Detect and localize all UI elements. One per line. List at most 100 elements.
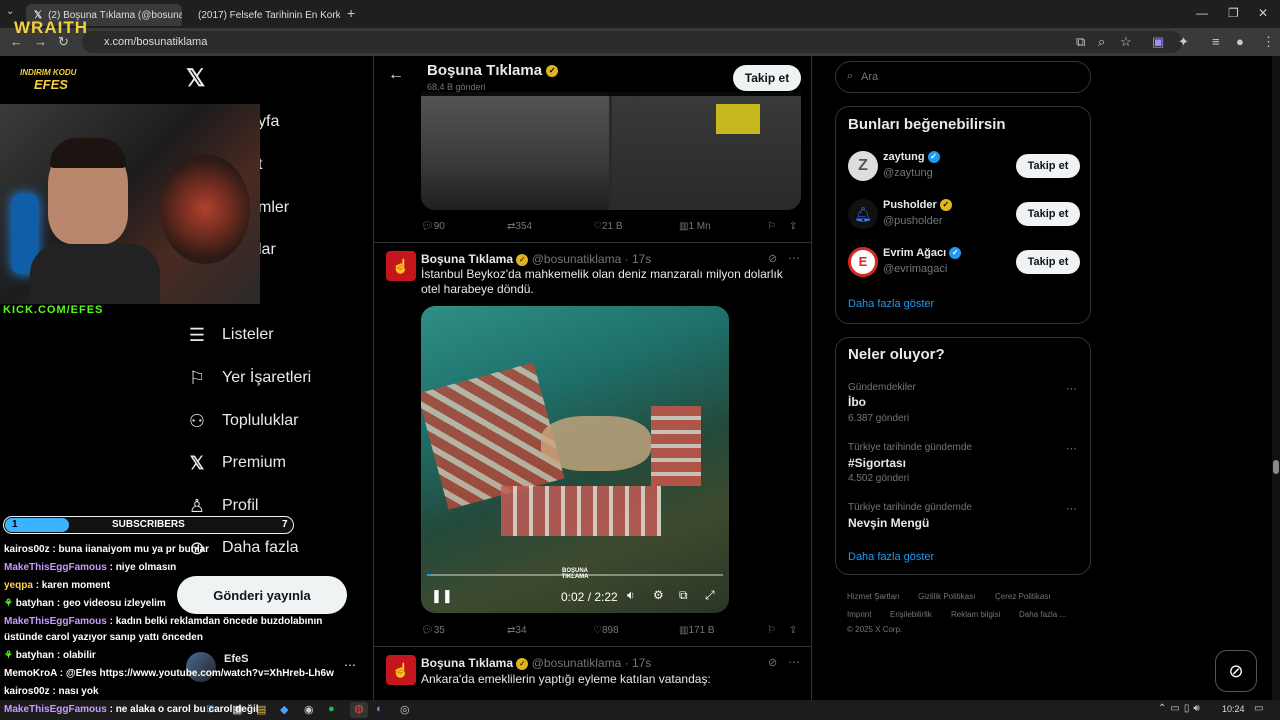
nav-premium[interactable]: 𝕏 Premium [186, 448, 286, 478]
trend-more-icon[interactable]: ⋯ [1066, 502, 1077, 515]
minimize-icon[interactable]: — [1196, 6, 1208, 20]
puzzle-icon[interactable]: ✦ [1178, 34, 1189, 50]
follow-button[interactable]: Takip et [1016, 202, 1080, 226]
trend-name[interactable]: Nevşin Mengü [848, 516, 929, 530]
settings-icon[interactable]: ⚙ [653, 588, 664, 602]
pip-icon[interactable]: ⧉ [679, 588, 688, 603]
share-icon[interactable]: ⇪ [789, 221, 797, 232]
like-button[interactable]: ♡ 21 B [593, 221, 623, 232]
footer-link[interactable]: Daha fazla ... [1019, 610, 1066, 619]
trend-count: 4.502 gönderi [848, 473, 910, 484]
grok-icon[interactable]: ⊘ [768, 252, 777, 265]
url-field[interactable]: x.com/bosunatiklama [82, 31, 1182, 53]
footer-link[interactable]: Gizlilik Politikası [918, 592, 975, 601]
follow-button[interactable]: Takip et [1016, 250, 1080, 274]
volume-icon[interactable]: 🔉︎ [627, 588, 635, 603]
footer-link[interactable]: Reklam bilgisi [951, 610, 1000, 619]
install-icon[interactable]: ⧉ [1076, 34, 1085, 50]
bookmark-icon[interactable]: ⚐ [767, 625, 776, 636]
taskbar-app-icon[interactable]: ◎ [400, 703, 410, 716]
tweet-media[interactable] [421, 92, 801, 210]
avatar[interactable]: Z [848, 151, 878, 181]
post-button[interactable]: Gönderi yayınla [177, 576, 347, 614]
trend-name[interactable]: İbo [848, 395, 866, 409]
avatar[interactable]: 🔔︎ [848, 199, 878, 229]
taskbar-app-icon[interactable]: ◉ [304, 703, 314, 716]
menu-icon[interactable]: ⋮ [1262, 34, 1275, 50]
back-arrow-icon[interactable]: ← [388, 66, 404, 84]
repost-button[interactable]: ⇄ 354 [507, 221, 532, 232]
follow-button[interactable]: Takip et [1016, 154, 1080, 178]
notification-icon[interactable]: ▭ [1254, 703, 1263, 714]
trends-card: Neler oluyor? Gündemdekiler İbo 6.387 gö… [835, 337, 1091, 575]
spotify-icon[interactable]: ● [328, 703, 335, 715]
close-window-icon[interactable]: ✕ [1258, 6, 1268, 20]
nav-label: Premium [222, 454, 287, 471]
star-icon[interactable]: ☆ [1120, 34, 1132, 50]
tray-icons[interactable]: ⌃▭▯🔊︎ [1158, 703, 1204, 714]
views-button[interactable]: ▥ 171 B [679, 625, 715, 636]
footer-link[interactable]: Erişilebilirlik [890, 610, 932, 619]
scrollbar-thumb[interactable] [1273, 460, 1279, 474]
tweet-actions: 💬︎ 90 ⇄ 354 ♡ 21 B ▥ 1 Mn ⚐ ⇪ [421, 219, 801, 233]
account-more-icon[interactable]: ⋯ [344, 658, 356, 672]
fullscreen-icon[interactable]: ⤢ [705, 588, 715, 603]
show-more-link[interactable]: Daha fazla göster [848, 551, 934, 563]
media-icon[interactable]: ≡ [1212, 34, 1220, 49]
reply-button[interactable]: 💬︎ 35 [421, 625, 445, 636]
nav-lists[interactable]: ☰ Listeler [186, 320, 274, 350]
x-icon: 𝕏 [189, 452, 205, 473]
trend-more-icon[interactable]: ⋯ [1066, 382, 1077, 395]
search-icon: ⌕ [847, 70, 854, 82]
x-logo-icon[interactable]: 𝕏 [186, 64, 205, 93]
play-pause-icon[interactable]: ❚❚ [431, 588, 453, 604]
nav-partial-messages[interactable]: lar [258, 241, 276, 259]
discord-icon[interactable]: ◐ [376, 703, 383, 715]
share-icon[interactable]: ⇪ [789, 625, 797, 636]
scrollbar[interactable] [1272, 56, 1280, 700]
suggestion-name[interactable]: zaytung ✓ [883, 151, 940, 164]
footer-link[interactable]: Imprint [847, 610, 871, 619]
trend-more-icon[interactable]: ⋯ [1066, 442, 1077, 455]
suggestion-name[interactable]: Evrim Ağacı ✓ [883, 247, 962, 260]
tweet-video[interactable]: BOŞUNA TIKLAMA ❚❚ 0:02 / 2:22 🔉︎ ⚙ ⧉ ⤢ [421, 306, 729, 613]
trend-name[interactable]: #Sigortası [848, 456, 906, 470]
suggestion-name[interactable]: Pusholder ✓ [883, 199, 952, 212]
extension-icon[interactable]: ▣ [1152, 34, 1164, 50]
taskbar-app-icon[interactable]: ◆ [280, 703, 288, 716]
nav-bookmarks[interactable]: ⚐ Yer İşaretleri [186, 363, 311, 393]
grok-icon[interactable]: ⊘ [768, 656, 777, 669]
restore-icon[interactable]: ❐ [1228, 6, 1239, 20]
new-tab-button[interactable]: + [347, 5, 355, 21]
suggestion-handle: @zaytung [883, 167, 933, 179]
grok-floating-button[interactable]: ⊘ [1215, 650, 1257, 692]
nav-partial-home[interactable]: yfa [258, 113, 279, 131]
tweet-more-icon[interactable]: ⋯ [788, 251, 800, 265]
tweet-avatar[interactable]: ☝ [386, 655, 416, 685]
tweet-avatar[interactable]: ☝ [386, 251, 416, 281]
account-icon[interactable]: ● [1236, 34, 1244, 49]
nav-partial-notifications[interactable]: mler [258, 199, 289, 217]
footer-link[interactable]: Çerez Politikası [995, 592, 1051, 601]
tab-youtube[interactable]: (2017) Felsefe Tarihinin En Korku... ✕ [184, 4, 340, 26]
tweet-more-icon[interactable]: ⋯ [788, 655, 800, 669]
video-progress-track[interactable] [427, 574, 723, 576]
views-button[interactable]: ▥ 1 Mn [679, 221, 711, 232]
follow-button[interactable]: Takip et [733, 65, 801, 91]
bookmark-icon[interactable]: ⚐ [767, 221, 776, 232]
nav-communities[interactable]: ⚇ Topluluklar [186, 406, 299, 436]
show-more-link[interactable]: Daha fazla göster [848, 298, 934, 310]
search-box[interactable]: ⌕ Ara [835, 61, 1091, 93]
subscribers-label: SUBSCRIBERS [112, 519, 185, 530]
like-button[interactable]: ♡ 898 [593, 625, 619, 636]
zoom-icon[interactable]: ⌕ [1098, 34, 1105, 50]
reply-button[interactable]: 💬︎ 90 [421, 221, 445, 232]
avatar[interactable]: E [848, 247, 878, 277]
account-name: EfeS [224, 653, 249, 665]
tab-list-button[interactable]: ⌄ [6, 6, 14, 17]
chrome-icon[interactable]: ◍ [350, 702, 368, 718]
verified-gold-icon: ✓ [516, 657, 529, 670]
footer-link[interactable]: Hizmet Şartları [847, 592, 900, 601]
tweet-actions: 💬︎ 35 ⇄ 34 ♡ 898 ▥ 171 B ⚐ ⇪ [421, 623, 801, 637]
repost-button[interactable]: ⇄ 34 [507, 625, 527, 636]
